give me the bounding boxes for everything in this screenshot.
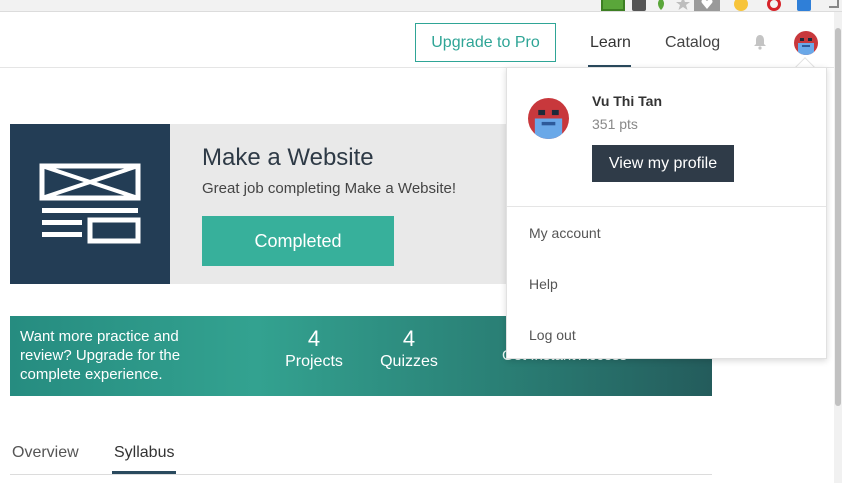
top-header: Upgrade to Pro Learn Catalog <box>0 12 834 68</box>
user-points: 351 pts <box>592 116 638 132</box>
course-title: Make a Website <box>202 144 374 171</box>
smiley-icon[interactable] <box>734 0 748 11</box>
dropdown-divider <box>507 206 826 207</box>
nav-learn[interactable]: Learn <box>590 34 631 52</box>
cart-icon[interactable] <box>601 0 625 11</box>
menu-item-log-out[interactable]: Log out <box>529 327 576 343</box>
user-dropdown-menu: Vu Thi Tan 351 pts View my profile My ac… <box>506 67 827 359</box>
quizzes-stat: 4 Quizzes <box>375 326 443 372</box>
tab-syllabus[interactable]: Syllabus <box>114 444 174 462</box>
bell-icon[interactable] <box>752 34 768 50</box>
browser-extension-bar <box>0 0 842 12</box>
star-icon[interactable] <box>676 0 690 11</box>
view-my-profile-button[interactable]: View my profile <box>592 145 734 182</box>
course-subtitle: Great job completing Make a Website! <box>202 180 457 197</box>
tab-active-indicator <box>112 471 176 474</box>
projects-count: 4 <box>307 326 321 351</box>
promo-text: Want more practice and review? Upgrade f… <box>20 328 181 383</box>
leaf-icon[interactable] <box>654 0 668 11</box>
more-icon[interactable] <box>829 0 839 8</box>
heart-icon[interactable] <box>694 0 720 11</box>
projects-stat: 4 Projects <box>278 326 350 372</box>
menu-item-my-account[interactable]: My account <box>529 225 601 241</box>
user-avatar-icon[interactable] <box>794 31 818 55</box>
nav-catalog[interactable]: Catalog <box>665 34 720 52</box>
menu-item-help[interactable]: Help <box>529 276 558 292</box>
website-layout-icon <box>39 163 141 244</box>
scroll-thumb[interactable] <box>835 28 841 406</box>
user-avatar-icon <box>528 98 569 139</box>
page-scrollbar[interactable] <box>834 12 842 483</box>
user-name: Vu Thi Tan <box>592 93 662 109</box>
quizzes-count: 4 <box>402 326 416 351</box>
quizzes-label: Quizzes <box>380 353 438 370</box>
tab-overview[interactable]: Overview <box>12 444 79 462</box>
screen-icon[interactable] <box>632 0 646 11</box>
opera-icon[interactable] <box>767 0 781 11</box>
completed-button[interactable]: Completed <box>202 216 394 266</box>
projects-label: Projects <box>285 353 343 370</box>
course-thumbnail <box>10 124 170 284</box>
course-tabs: Overview Syllabus <box>10 440 712 475</box>
puzzle-icon[interactable] <box>797 0 811 11</box>
upgrade-to-pro-button[interactable]: Upgrade to Pro <box>415 23 556 62</box>
